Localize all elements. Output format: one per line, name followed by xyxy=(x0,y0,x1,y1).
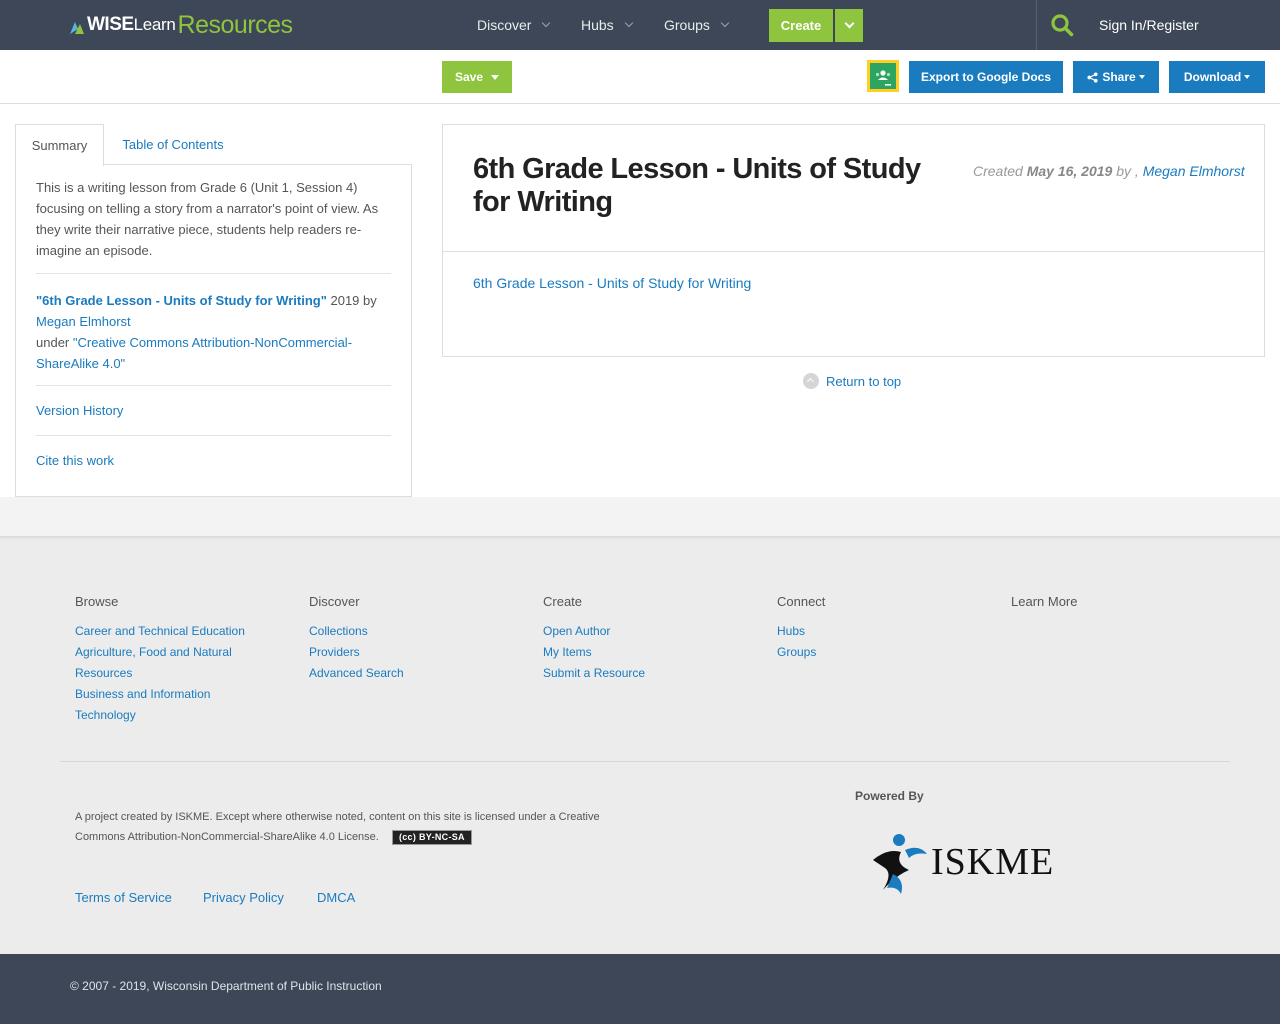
share-button-label: Share xyxy=(1102,70,1136,84)
classroom-people-icon xyxy=(875,70,891,86)
divider xyxy=(36,273,391,274)
created-label: Created xyxy=(973,163,1027,179)
footer-link[interactable]: Collections xyxy=(309,621,529,642)
iskme-wordmark: ISKME xyxy=(931,841,1055,883)
tab-summary[interactable]: Summary xyxy=(15,124,104,166)
cite-work-link[interactable]: Cite this work xyxy=(36,453,114,468)
cc-license-badge[interactable]: (cc) BY-NC-SA xyxy=(391,829,472,845)
footer-heading: Learn More xyxy=(1011,594,1078,609)
footer-heading: Browse xyxy=(75,594,119,609)
share-icon xyxy=(1087,71,1098,83)
chevron-down-icon xyxy=(844,18,854,29)
attribution-author-link[interactable]: Megan Elmhorst xyxy=(36,314,131,329)
attribution: "6th Grade Lesson - Units of Study for W… xyxy=(36,290,391,374)
footer-link[interactable]: Providers xyxy=(309,642,529,663)
footer-link[interactable]: Groups xyxy=(777,642,997,663)
footer-divider xyxy=(60,761,1230,762)
google-classroom-icon[interactable] xyxy=(867,60,899,92)
chevron-down-icon xyxy=(542,18,551,28)
version-history-link[interactable]: Version History xyxy=(36,403,123,418)
footer-heading: Discover xyxy=(309,594,360,609)
footer-link[interactable]: Open Author xyxy=(543,621,763,642)
resource-author-link[interactable]: Megan Elmhorst xyxy=(1143,163,1245,179)
attribution-work-link[interactable]: "6th Grade Lesson - Units of Study for W… xyxy=(36,293,327,308)
site-logo[interactable]: WISE Learn Resources xyxy=(70,10,293,40)
footer-col-browse: Browse Career and Technical Education Ag… xyxy=(75,594,295,726)
resource-file-link[interactable]: 6th Grade Lesson - Units of Study for Wr… xyxy=(473,275,751,291)
footer-link[interactable]: Submit a Resource xyxy=(543,663,763,684)
footer-heading: Connect xyxy=(777,594,826,609)
chevron-up-circle-icon xyxy=(803,373,819,389)
dmca-link[interactable]: DMCA xyxy=(317,890,355,905)
logo-resources-text: Resources xyxy=(177,10,294,39)
create-dropdown-toggle[interactable] xyxy=(835,9,863,42)
logo-mark-icon xyxy=(70,22,84,34)
footer-link[interactable]: My Items xyxy=(543,642,763,663)
copyright-text: © 2007 - 2019, Wisconsin Department of P… xyxy=(70,979,382,993)
nav-hubs-label: Hubs xyxy=(581,17,614,33)
logo-learn-text: Learn xyxy=(133,15,176,34)
google-classroom-board xyxy=(870,63,896,89)
terms-of-service-link[interactable]: Terms of Service xyxy=(75,890,172,905)
nav-groups[interactable]: Groups xyxy=(664,0,730,50)
footer-col-create: Create Open Author My Items Submit a Res… xyxy=(543,594,763,684)
caret-down-icon xyxy=(1244,75,1251,79)
chevron-down-icon xyxy=(720,18,730,28)
footer-col-connect: Connect Hubs Groups xyxy=(777,594,997,663)
nav-discover-label: Discover xyxy=(477,17,532,33)
share-button[interactable]: Share xyxy=(1073,61,1159,93)
footer-link[interactable]: Career and Technical Education xyxy=(75,621,295,642)
footer-link[interactable]: Hubs xyxy=(777,621,997,642)
license-notice: A project created by ISKME. Except where… xyxy=(75,807,635,847)
footer-heading: Create xyxy=(543,594,583,609)
iskme-figure-icon xyxy=(873,834,927,894)
download-button[interactable]: Download xyxy=(1169,61,1265,93)
attribution-license-link[interactable]: "Creative Commons Attribution-NonCommerc… xyxy=(36,335,352,371)
footer-col-learn-more: Learn More xyxy=(1011,594,1231,621)
attribution-year-by: 2019 by xyxy=(326,293,377,308)
card-divider xyxy=(443,251,1264,252)
created-date: May 16, 2019 xyxy=(1026,163,1113,179)
export-google-docs-button[interactable]: Export to Google Docs xyxy=(909,61,1063,93)
license-text: A project created by ISKME. Except where… xyxy=(75,811,600,843)
create-button[interactable]: Create xyxy=(769,9,833,42)
logo-wise-text: WISE xyxy=(87,14,134,35)
search-icon[interactable] xyxy=(1050,13,1074,37)
attribution-under: under xyxy=(36,335,73,350)
footer: Browse Career and Technical Education Ag… xyxy=(0,540,1280,954)
footer-link[interactable]: Business and Information Technology xyxy=(75,684,225,726)
footer-col-discover: Discover Collections Providers Advanced … xyxy=(309,594,529,684)
download-button-label: Download xyxy=(1183,70,1242,84)
privacy-policy-link[interactable]: Privacy Policy xyxy=(203,890,284,905)
nav-hubs[interactable]: Hubs xyxy=(581,0,633,50)
tab-table-of-contents[interactable]: Table of Contents xyxy=(104,124,242,164)
return-to-top-label: Return to top xyxy=(826,373,902,389)
save-button[interactable]: Save xyxy=(442,61,512,93)
resource-meta: Created May 16, 2019 by , Megan Elmhorst xyxy=(973,163,1245,179)
iskme-logo[interactable]: ISKME xyxy=(865,830,1065,896)
signin-register-link[interactable]: Sign In/Register xyxy=(1099,0,1199,50)
top-nav: WISE Learn Resources Discover Hubs Group… xyxy=(0,0,1280,50)
resource-card: 6th Grade Lesson - Units of Study for Wr… xyxy=(442,124,1265,357)
resource-toolbar: Save Export to Google Docs Share Downloa… xyxy=(0,50,1280,104)
nav-groups-label: Groups xyxy=(664,17,710,33)
save-button-label: Save xyxy=(454,70,484,84)
summary-panel: This is a writing lesson from Grade 6 (U… xyxy=(15,164,412,497)
resource-title: 6th Grade Lesson - Units of Study for Wr… xyxy=(473,153,921,218)
nav-discover[interactable]: Discover xyxy=(477,0,551,50)
caret-down-icon xyxy=(491,74,500,80)
divider xyxy=(36,385,391,386)
by-label: by , xyxy=(1112,163,1143,179)
resource-summary: This is a writing lesson from Grade 6 (U… xyxy=(36,180,379,258)
footer-link[interactable]: Agriculture, Food and Natural Resources xyxy=(75,642,245,684)
bottom-bar: © 2007 - 2019, Wisconsin Department of P… xyxy=(0,954,1280,1024)
powered-by-label: Powered By xyxy=(855,789,924,803)
nav-divider xyxy=(1036,0,1037,50)
footer-link[interactable]: Advanced Search xyxy=(309,663,529,684)
chevron-down-icon xyxy=(624,18,633,28)
divider xyxy=(36,435,391,436)
caret-down-icon xyxy=(1138,75,1145,79)
return-to-top-link[interactable]: Return to top xyxy=(803,371,901,391)
